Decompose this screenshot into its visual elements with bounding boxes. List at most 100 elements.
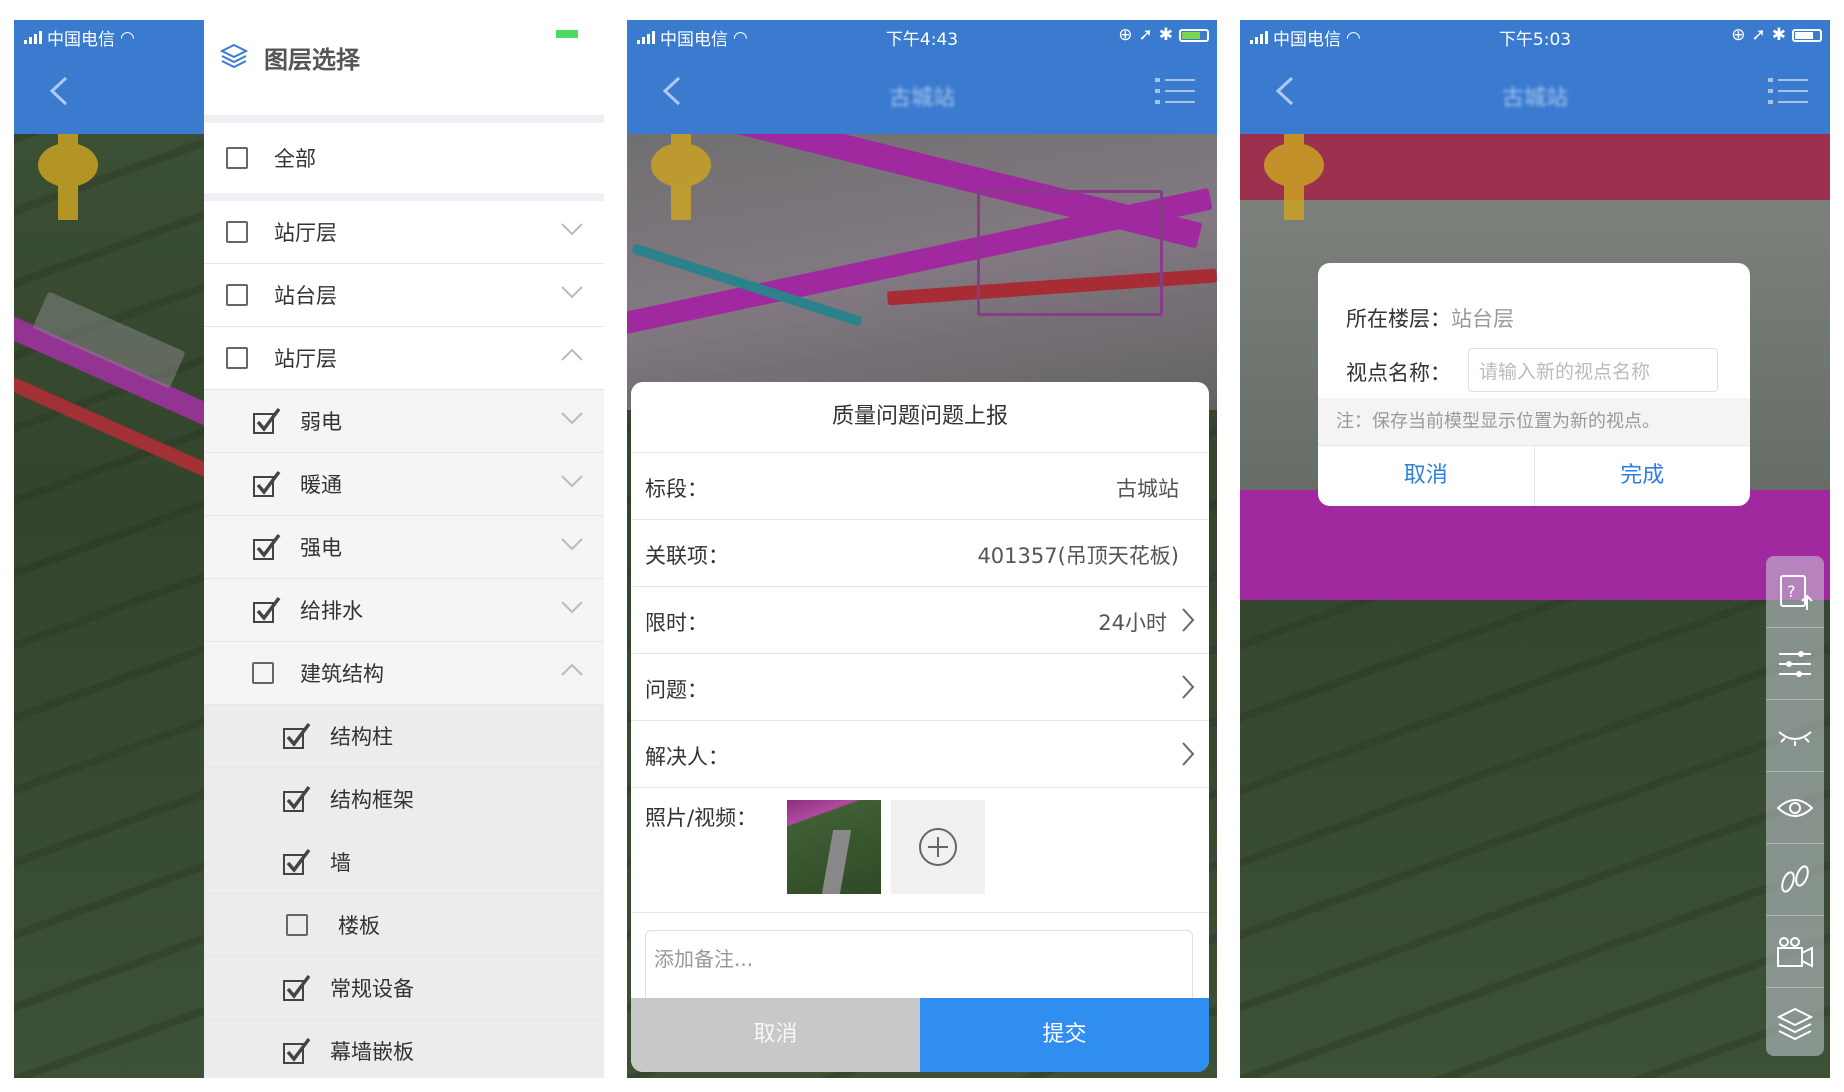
cancel-button[interactable]: 取消 <box>1318 446 1535 506</box>
subcategory-row[interactable]: 弱电 <box>204 390 604 453</box>
checkbox[interactable] <box>226 147 248 169</box>
category-row[interactable]: 站台层 <box>204 264 604 327</box>
layer-item-row[interactable]: 常规设备 <box>204 957 604 1020</box>
chevron-down-icon[interactable] <box>560 221 584 237</box>
checked-box-icon[interactable] <box>252 532 282 562</box>
checkbox[interactable] <box>226 284 248 306</box>
signal-icon <box>24 31 42 44</box>
submit-button[interactable]: 提交 <box>920 998 1209 1072</box>
related-item-field[interactable]: 关联项： 401357(吊顶天花板) <box>631 520 1209 587</box>
checked-box-icon[interactable] <box>282 1036 312 1066</box>
layers-button[interactable] <box>1766 988 1824 1059</box>
subcategory-row[interactable]: 暖通 <box>204 453 604 516</box>
all-layers-row[interactable]: 全部 <box>204 123 604 201</box>
drawer-header: 图层选择 <box>204 20 604 123</box>
problem-field[interactable]: 问题： <box>631 654 1209 721</box>
form-title: 质量问题问题上报 <box>631 382 1209 453</box>
company-logo <box>1264 125 1324 220</box>
show-button[interactable] <box>1766 772 1824 844</box>
floor-row: 所在楼层：站台层 <box>1346 303 1514 333</box>
photo-video-section: 照片/视频： <box>631 788 1209 913</box>
layer-item-row[interactable]: 结构框架 <box>204 768 604 831</box>
viewpoint-name-input[interactable]: 请输入新的视点名称 <box>1468 348 1718 392</box>
question-upload-icon: ? <box>1780 574 1813 610</box>
chevron-down-icon[interactable] <box>560 599 584 615</box>
status-bar: 中国电信 ◠ 下午5:03 ⊕ ➚ ✱ <box>1240 20 1830 52</box>
checkbox[interactable] <box>286 914 308 936</box>
orientation-lock-icon: ⊕ <box>1118 25 1133 45</box>
subcategory-label: 给排水 <box>300 599 363 623</box>
save-viewpoint-screen: 中国电信 ◠ 下午5:03 ⊕ ➚ ✱ 古城站 所在楼层：站台层 视点名称： 请… <box>1240 20 1830 1078</box>
checked-box-icon[interactable] <box>282 973 312 1003</box>
layers-icon <box>1776 1007 1814 1040</box>
subcategory-row[interactable]: 给排水 <box>204 579 604 642</box>
photo-thumbnail[interactable] <box>787 800 881 894</box>
issue-report-screen: 中国电信 ◠ 下午4:43 ⊕ ➚ ✱ 古城站 质量问题问题上报 标段： 古城站… <box>627 20 1217 1078</box>
list-menu-icon[interactable] <box>1155 74 1195 108</box>
footsteps-icon <box>1781 864 1809 893</box>
layer-item-label: 幕墙嵌板 <box>330 1040 414 1064</box>
photos-label: 照片/视频： <box>645 806 758 830</box>
layer-item-label: 墙 <box>330 851 351 875</box>
clock: 下午5:03 <box>1498 30 1572 50</box>
category-row[interactable]: 站厅层 <box>204 201 604 264</box>
add-photo-button[interactable] <box>891 800 985 894</box>
checkbox[interactable] <box>226 221 248 243</box>
walk-mode-button[interactable] <box>1766 844 1824 916</box>
layer-drawer: 图层选择 全部 站厅层 站台层 站厅层 弱电 暖通 强电 给排水 建筑结构 结构… <box>204 20 604 1078</box>
chevron-down-icon[interactable] <box>560 284 584 300</box>
layer-item-row[interactable]: 楼板 <box>204 894 604 957</box>
hide-button[interactable] <box>1766 700 1824 772</box>
subcategory-label: 暖通 <box>300 473 342 497</box>
layer-item-label: 结构框架 <box>330 788 414 812</box>
done-button[interactable]: 完成 <box>1535 446 1751 506</box>
adjust-button[interactable] <box>1766 628 1824 700</box>
deadline-field[interactable]: 限时： 24小时 <box>631 587 1209 654</box>
layer-item-row[interactable]: 幕墙嵌板 <box>204 1020 604 1078</box>
drawer-title: 图层选择 <box>264 46 360 74</box>
checkbox[interactable] <box>252 662 274 684</box>
resolver-field[interactable]: 解决人： <box>631 721 1209 788</box>
category-label: 站台层 <box>274 284 337 308</box>
nav-bar: 古城站 <box>627 52 1217 134</box>
subcategory-row[interactable]: 建筑结构 <box>204 642 604 705</box>
chevron-right-icon[interactable] <box>1181 607 1195 633</box>
checkbox[interactable] <box>226 347 248 369</box>
subcategory-label: 强电 <box>300 536 342 560</box>
chevron-up-icon[interactable] <box>560 662 584 678</box>
question-upload-button[interactable]: ? <box>1766 556 1824 628</box>
chevron-right-icon[interactable] <box>1181 674 1195 700</box>
battery-icon <box>1792 28 1822 42</box>
layer-item-row[interactable]: 墙 <box>204 831 604 894</box>
chevron-up-icon[interactable] <box>560 347 584 363</box>
list-menu-icon[interactable] <box>1768 74 1808 108</box>
checked-box-icon[interactable] <box>252 406 282 436</box>
orientation-lock-icon: ⊕ <box>1731 25 1746 45</box>
video-camera-icon <box>1777 936 1813 968</box>
battery-icon <box>1179 28 1209 42</box>
layer-item-row[interactable]: 结构柱 <box>204 705 604 768</box>
checked-box-icon[interactable] <box>252 595 282 625</box>
sliders-icon <box>1779 650 1811 677</box>
eye-icon <box>1776 798 1814 817</box>
category-row[interactable]: 站厅层 <box>204 327 604 390</box>
field-label: 关联项： <box>645 544 729 568</box>
back-arrow-icon[interactable] <box>44 74 78 108</box>
all-label: 全部 <box>274 147 316 171</box>
chevron-right-icon[interactable] <box>1181 741 1195 767</box>
checked-box-icon[interactable] <box>282 721 312 751</box>
field-label: 解决人： <box>645 745 729 769</box>
checked-box-icon[interactable] <box>282 847 312 877</box>
cancel-button[interactable]: 取消 <box>631 998 920 1072</box>
nav-title: 古城站 <box>1501 86 1568 111</box>
subcategory-row[interactable]: 强电 <box>204 516 604 579</box>
signal-icon <box>1250 31 1268 44</box>
checked-box-icon[interactable] <box>252 469 282 499</box>
chevron-down-icon[interactable] <box>560 410 584 426</box>
record-button[interactable] <box>1766 916 1824 988</box>
checked-box-icon[interactable] <box>282 784 312 814</box>
remark-input[interactable]: 添加备注... <box>645 930 1193 1006</box>
chevron-down-icon[interactable] <box>560 536 584 552</box>
section-field[interactable]: 标段： 古城站 <box>631 453 1209 520</box>
chevron-down-icon[interactable] <box>560 473 584 489</box>
